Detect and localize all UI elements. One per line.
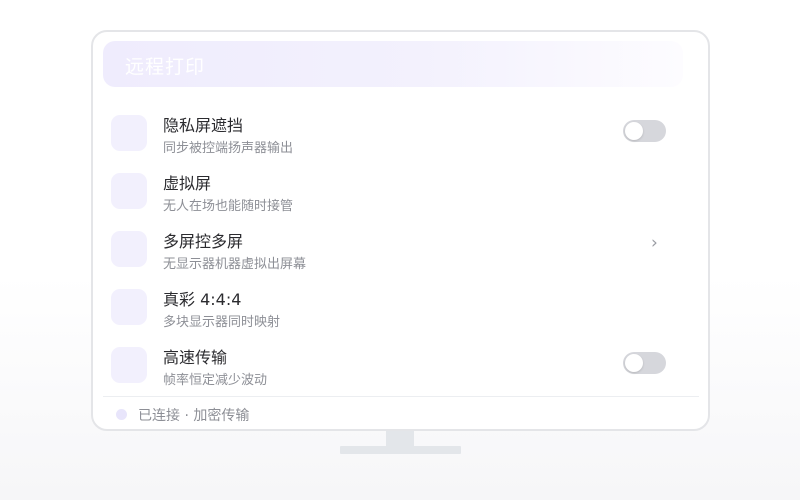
setting-title: 多屏控多屏 [163,232,244,251]
toggle-knob [625,122,643,140]
setting-subtitle: 无人在场也能随时接管 [163,199,294,214]
setting-title: 高速传输 [163,348,228,367]
feature-icon [111,347,147,383]
page-title: 远程打印 [125,56,206,78]
divider [103,396,699,397]
feature-icon [111,173,147,209]
high-speed-toggle[interactable] [623,352,666,374]
setting-subtitle: 多块显示器同时映射 [163,315,281,330]
connection-status: 已连接 · 加密传输 [138,408,250,424]
setting-row-true-color[interactable]: 真彩 4:4:4 多块显示器同时映射 [111,285,671,331]
setting-title: 隐私屏遮挡 [163,116,244,135]
setting-row-privacy-screen[interactable]: 隐私屏遮挡 同步被控端扬声器输出 [111,111,671,157]
monitor-frame: 远程打印 隐私屏遮挡 同步被控端扬声器输出 虚拟屏 无人在场也能随时接管 多屏控… [91,30,710,431]
status-dot-icon [116,409,127,420]
feature-icon [111,289,147,325]
chevron-right-icon[interactable]: › [651,235,658,252]
setting-row-multi-screen[interactable]: 多屏控多屏 无显示器机器虚拟出屏幕 › [111,227,671,273]
setting-subtitle: 无显示器机器虚拟出屏幕 [163,257,307,272]
setting-title: 虚拟屏 [163,174,212,193]
monitor-stand-neck [386,431,414,446]
setting-subtitle: 帧率恒定减少波动 [163,373,268,388]
privacy-screen-toggle[interactable] [623,120,666,142]
setting-row-high-speed[interactable]: 高速传输 帧率恒定减少波动 [111,343,671,389]
feature-icon [111,231,147,267]
monitor-stand-base [340,446,461,454]
header-bar: 远程打印 [103,41,683,87]
setting-row-virtual-screen[interactable]: 虚拟屏 无人在场也能随时接管 [111,169,671,215]
feature-icon [111,115,147,151]
setting-subtitle: 同步被控端扬声器输出 [163,141,294,156]
toggle-knob [625,354,643,372]
setting-title: 真彩 4:4:4 [163,290,242,309]
